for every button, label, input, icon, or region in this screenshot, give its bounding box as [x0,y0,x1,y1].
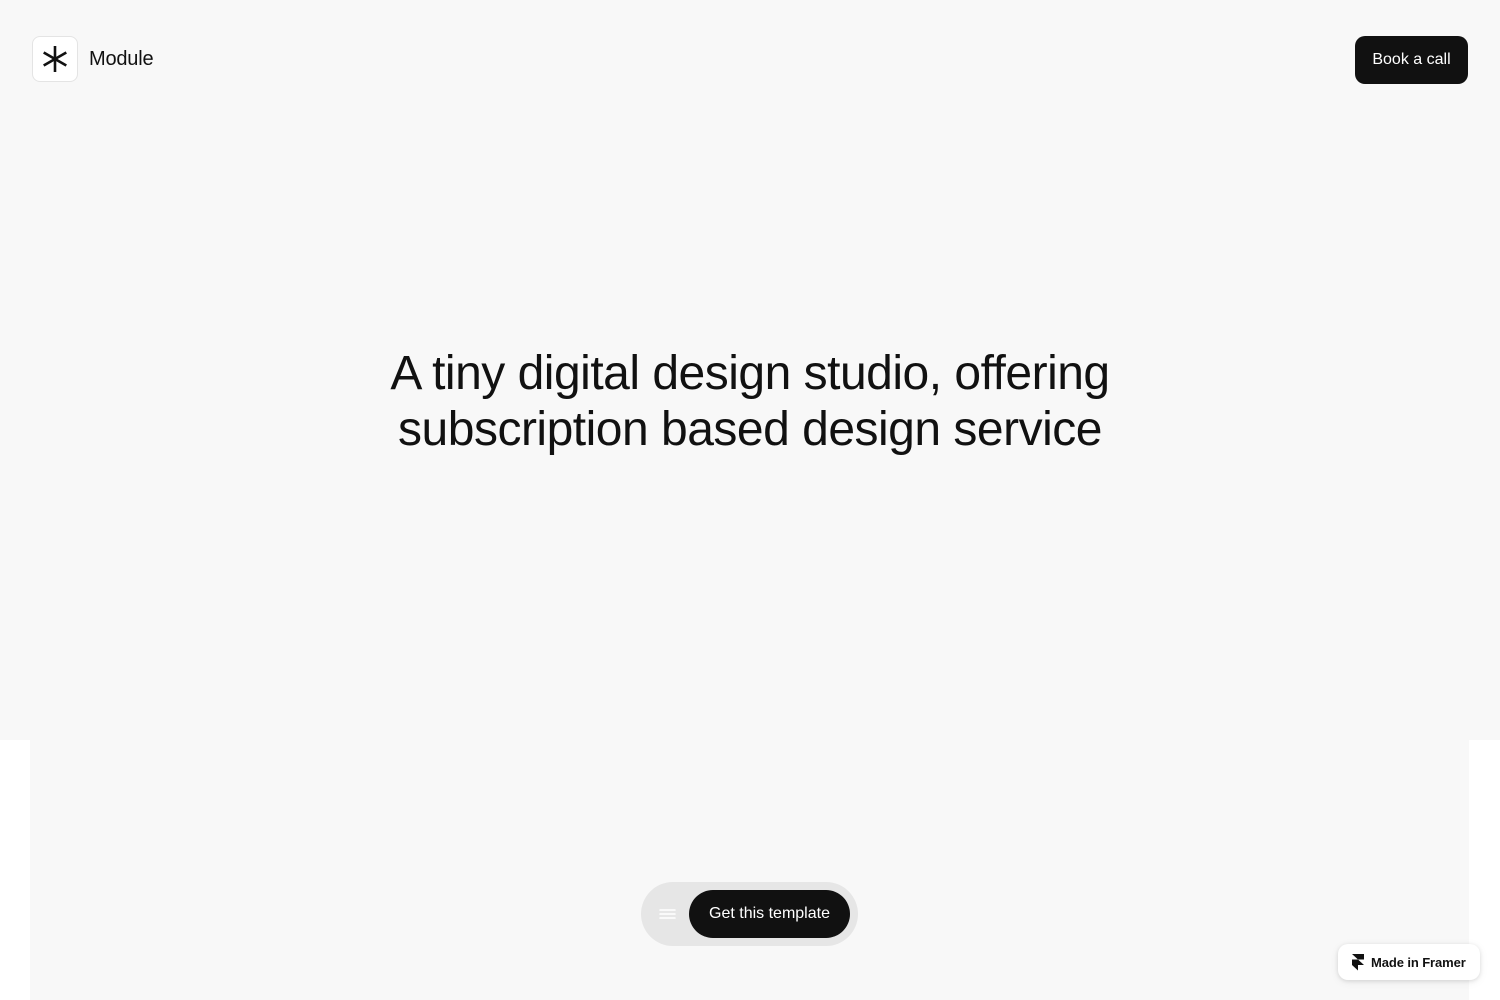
framer-badge-label: Made in Framer [1371,954,1466,970]
logo-box [32,36,78,82]
floating-dock: Get this template [641,882,858,946]
book-a-call-button[interactable]: Book a call [1355,36,1468,84]
hero-headline: A tiny digital design studio, offering s… [250,346,1250,458]
asterisk-logo-icon [43,46,67,72]
headline-line-2: subscription based design service [398,403,1102,456]
framer-logo-icon [1352,953,1364,970]
brand-name: Module [89,47,154,70]
brand-home-link[interactable]: Module [32,36,154,82]
get-template-button[interactable]: Get this template [689,890,850,938]
headline-line-1: A tiny digital design studio, offering [390,347,1110,400]
hamburger-menu-icon[interactable] [658,906,677,922]
made-in-framer-badge[interactable]: Made in Framer [1338,944,1480,980]
content-panel [30,740,1469,1000]
